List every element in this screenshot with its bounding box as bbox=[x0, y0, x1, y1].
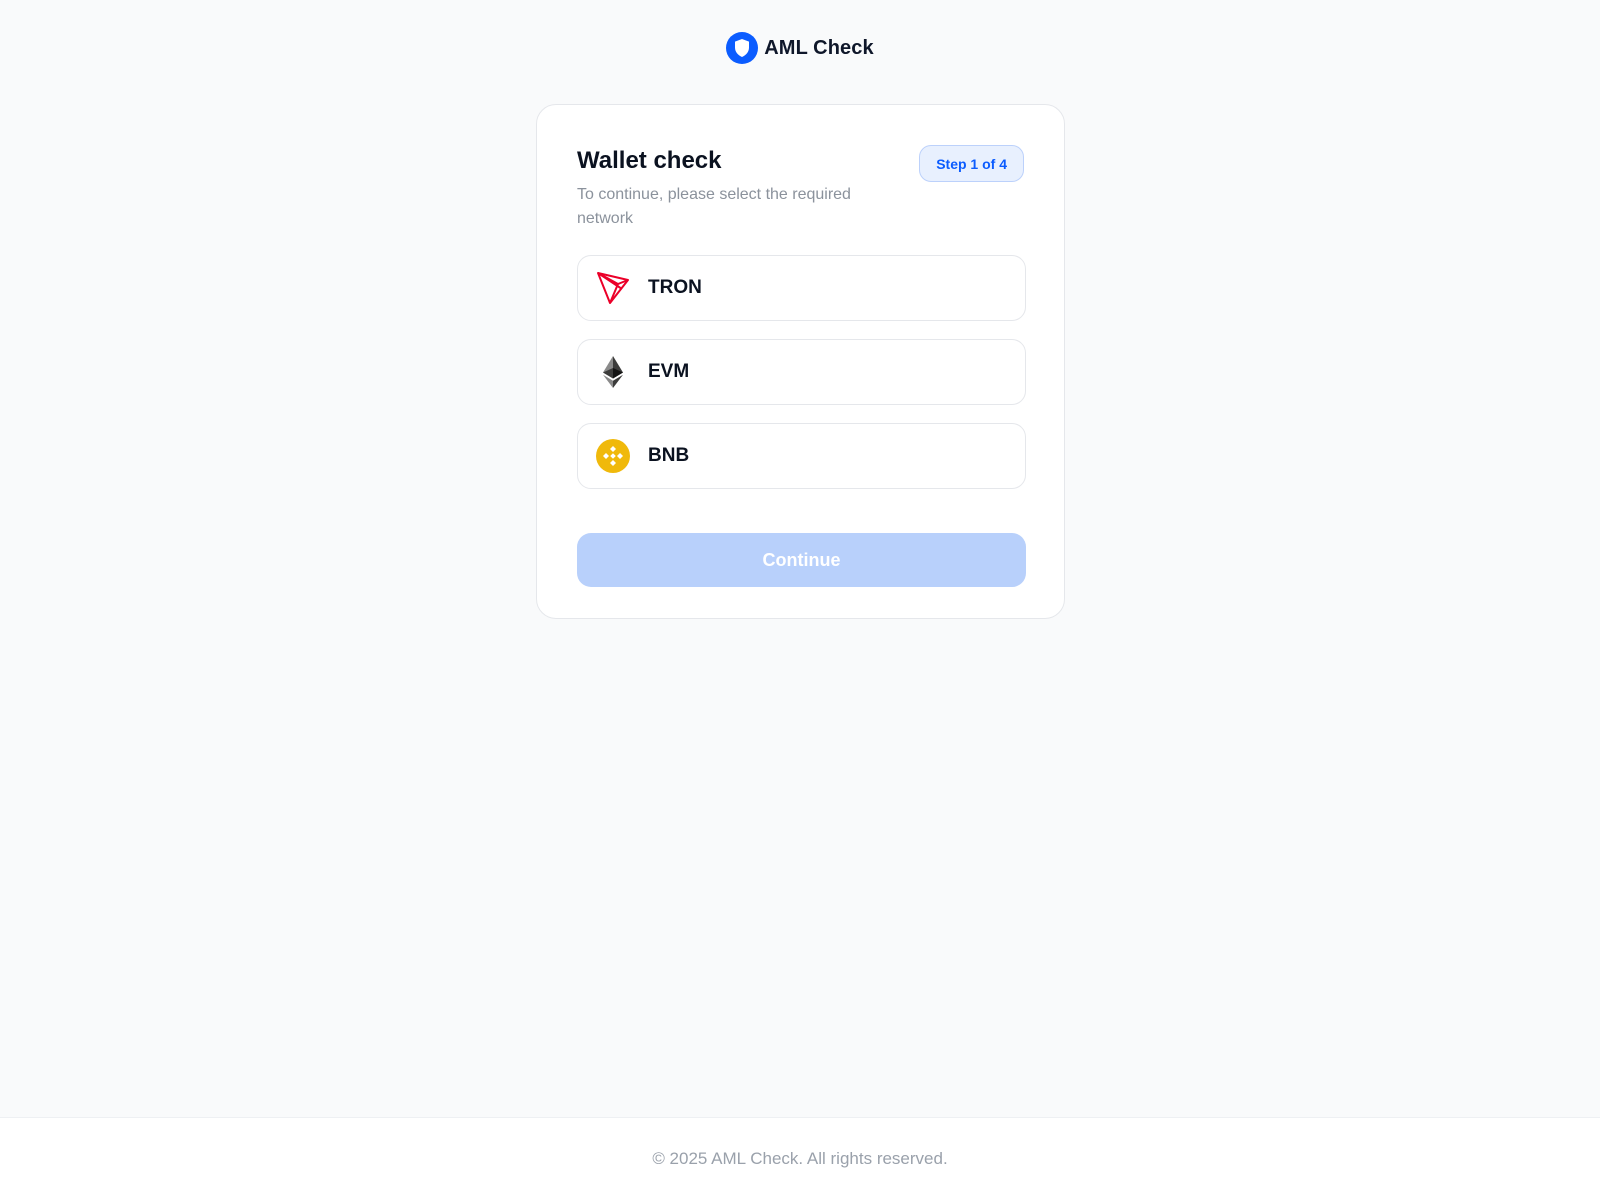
continue-button[interactable]: Continue bbox=[577, 533, 1026, 587]
app-header: AML Check bbox=[0, 30, 1600, 66]
network-label-bnb: BNB bbox=[648, 445, 690, 466]
network-option-tron[interactable]: TRON bbox=[577, 255, 1026, 321]
network-option-evm[interactable]: EVM bbox=[577, 339, 1026, 405]
tron-icon bbox=[596, 271, 630, 305]
shield-icon bbox=[726, 32, 759, 64]
card-subtitle: To continue, please select the required … bbox=[577, 186, 851, 227]
network-label-tron: TRON bbox=[648, 277, 702, 298]
ethereum-icon bbox=[596, 355, 630, 389]
network-option-bnb[interactable]: BNB bbox=[577, 423, 1026, 489]
network-label-evm: EVM bbox=[648, 361, 690, 382]
page-footer: © 2025 AML Check. All rights reserved. bbox=[0, 1117, 1600, 1200]
network-list: TRON EVM BNB bbox=[577, 255, 1026, 489]
app-title: AML Check bbox=[764, 36, 874, 59]
copyright-text: © 2025 AML Check. All rights reserved. bbox=[652, 1149, 948, 1168]
step-badge: Step 1 of 4 bbox=[919, 145, 1024, 182]
card-header: Wallet check To continue, please select … bbox=[577, 145, 1024, 235]
bnb-icon bbox=[596, 439, 630, 473]
wallet-check-card: Wallet check To continue, please select … bbox=[536, 104, 1065, 619]
page: AML Check Wallet check To continue, plea… bbox=[0, 0, 1600, 1200]
